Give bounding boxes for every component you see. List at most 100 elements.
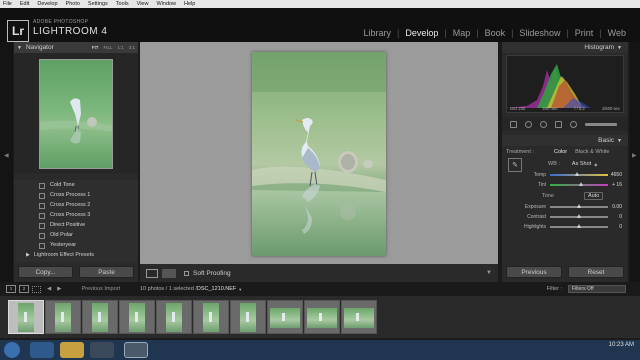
right-panel-toggle[interactable]: ▶ [630,42,640,282]
preset-item[interactable]: Cold Tone [14,180,138,190]
filmstrip-thumbnail[interactable] [230,300,266,334]
slider-track[interactable] [550,224,608,228]
module-tab-library[interactable]: Library [357,28,397,38]
slider-track[interactable] [550,172,608,176]
source-label[interactable]: Previous Import [81,286,120,292]
module-tab-develop[interactable]: Develop [399,28,444,38]
histogram[interactable]: ISO 200 200 mm f / 5.2 1/500 sec [506,55,624,113]
slider-knob[interactable] [576,214,581,218]
filmstrip-thumbnail[interactable] [82,300,118,334]
toolbar-menu-icon[interactable]: ▼ [486,270,492,276]
module-tab-slideshow[interactable]: Slideshow [513,28,566,38]
chevron-down-icon[interactable]: ▼ [238,287,242,292]
module-tab-web[interactable]: Web [602,28,632,38]
copy-button[interactable]: Copy... [18,266,73,278]
filmstrip-thumbnail[interactable] [119,300,155,334]
preset-item[interactable]: Old Polar [14,230,138,240]
module-tab-map[interactable]: Map [447,28,477,38]
heron-figure [356,313,359,321]
menu-tools[interactable]: Tools [116,0,129,8]
grid-view-icon[interactable] [32,285,41,293]
auto-tone-button[interactable]: Auto [583,192,604,200]
slider-knob[interactable] [575,172,580,176]
right-arrow-icon: ▶ [632,153,637,159]
before-after-icon[interactable] [162,268,176,278]
slider-value[interactable]: + 16 [612,182,622,188]
filmstrip-thumbnail[interactable] [45,300,81,334]
treatment-black-white[interactable]: Black & White [575,149,609,155]
preset-item[interactable]: Cross Process 3 [14,210,138,220]
slider-knob[interactable] [576,224,581,228]
grid-overlay-icon[interactable] [510,120,517,128]
treatment-color[interactable]: Color [554,149,567,155]
graduated-filter-icon[interactable] [570,120,577,128]
filter-select[interactable]: Filters Off [568,285,626,293]
filmstrip-thumbnail[interactable] [304,300,340,334]
filmstrip-thumbnail[interactable] [156,300,192,334]
zoom-option[interactable]: FIT [92,45,99,50]
page-2-button[interactable]: 2 [19,285,29,293]
reset-button[interactable]: Reset [568,266,624,278]
heron-figure [98,312,101,322]
slider-value[interactable]: 0.00 [612,204,622,210]
menu-file[interactable]: File [3,0,12,8]
menu-help[interactable]: Help [184,0,195,8]
histogram-header[interactable]: Histogram ▼ [502,42,628,53]
filmstrip-thumbnail[interactable] [8,300,44,334]
module-tab-book[interactable]: Book [479,28,512,38]
menu-photo[interactable]: Photo [66,0,80,8]
preset-item[interactable]: Yesteryear [14,240,138,250]
menu-edit[interactable]: Edit [20,0,29,8]
forward-arrow-icon[interactable]: ▶ [57,286,61,292]
preset-folder[interactable]: ▶ Lightroom Effect Presets [14,250,138,260]
zoom-option[interactable]: 1:1 [117,45,123,50]
slider-track[interactable] [550,214,608,218]
module-tab-print[interactable]: Print [569,28,600,38]
preset-item[interactable]: Cross Process 2 [14,200,138,210]
folder-icon[interactable] [60,342,84,358]
slider-track[interactable] [550,182,608,186]
preset-item[interactable]: Cross Process 1 [14,190,138,200]
main-photo[interactable] [252,52,386,256]
back-arrow-icon[interactable]: ◀ [47,286,51,292]
slider-value[interactable]: 0 [619,224,622,230]
left-panel-toggle[interactable]: ◀ [0,42,13,282]
soft-proofing-checkbox[interactable] [184,270,189,276]
menu-view[interactable]: View [137,0,149,8]
media-icon[interactable] [90,342,114,358]
start-button-icon[interactable] [4,342,20,358]
slider-value[interactable]: 4650 [611,172,622,178]
spot-removal-icon[interactable] [540,120,547,128]
histogram-title: Histogram [584,44,615,51]
navigator-thumbnail[interactable] [39,59,113,169]
browser-icon[interactable] [30,342,54,358]
adjustment-brush-icon[interactable] [585,122,617,126]
heron-figure [24,312,27,322]
filmstrip-thumbnail[interactable] [193,300,229,334]
paste-button[interactable]: Paste [79,266,134,278]
previous-button[interactable]: Previous [506,266,562,278]
basic-header[interactable]: Basic ▼ [502,135,628,146]
navigator-header[interactable]: ▼ Navigator FIT FILL 1:1 3:1 [14,42,138,53]
menu-window[interactable]: Window [156,0,176,8]
slider-value[interactable]: 0 [619,214,622,220]
lightroom-taskbar-icon[interactable] [124,342,148,358]
navigator-preview[interactable] [14,53,138,173]
slider-knob[interactable] [576,204,581,208]
zoom-option[interactable]: FILL [103,45,112,50]
crop-tool-icon[interactable] [525,120,532,128]
slider-track[interactable] [550,204,608,208]
photo-count: 10 photos / 1 selected / [139,286,197,292]
wb-select[interactable]: As Shot [572,161,591,167]
loupe-view-icon[interactable] [146,268,158,278]
filmstrip-thumbnail[interactable] [341,300,377,334]
slider-knob[interactable] [579,182,584,186]
preset-item[interactable]: Direct Positive [14,220,138,230]
menu-develop[interactable]: Develop [37,0,57,8]
red-eye-icon[interactable] [555,120,562,128]
filmstrip-thumbnail[interactable] [267,300,303,334]
page-1-button[interactable]: 1 [6,285,16,293]
loupe-view[interactable] [140,42,498,264]
zoom-option[interactable]: 3:1 [129,45,135,50]
menu-settings[interactable]: Settings [88,0,108,8]
